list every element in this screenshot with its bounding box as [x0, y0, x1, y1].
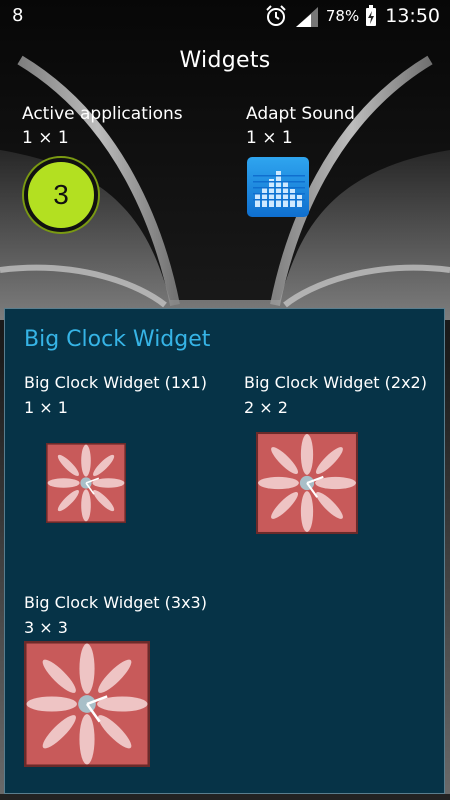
widget-name: Adapt Sound — [246, 104, 355, 124]
widget-big-clock-3x3[interactable]: Big Clock Widget (3x3) 3 × 3 — [24, 593, 207, 637]
widget-name: Big Clock Widget (2x2) — [244, 373, 427, 392]
clock-preview-2x2-icon[interactable] — [256, 432, 358, 534]
widget-big-clock-1x1[interactable]: Big Clock Widget (1x1) 1 × 1 — [24, 373, 207, 417]
equalizer-icon[interactable] — [247, 157, 309, 217]
big-clock-widget-panel: Big Clock Widget Big Clock Widget (1x1) … — [4, 308, 445, 794]
clock-preview-1x1-icon[interactable] — [46, 443, 126, 523]
battery-charging-icon — [366, 5, 377, 26]
signal-strength-icon — [295, 7, 318, 27]
widget-size: 1 × 1 — [246, 128, 293, 148]
widget-size: 3 × 3 — [24, 618, 68, 637]
widget-size: 2 × 2 — [244, 398, 288, 417]
alarm-clock-icon — [266, 5, 286, 26]
panel-title: Big Clock Widget — [24, 327, 211, 352]
clock-time: 13:50 — [385, 5, 440, 27]
widget-name: Active applications — [22, 104, 183, 124]
widget-name: Big Clock Widget (1x1) — [24, 373, 207, 392]
widget-adapt-sound[interactable]: Adapt Sound 1 × 1 — [246, 104, 355, 148]
notification-icon: 8 — [12, 5, 24, 26]
widget-size: 1 × 1 — [24, 398, 68, 417]
battery-percent: 78% — [325, 7, 360, 25]
status-bar: 8 78% 13:50 — [0, 0, 450, 34]
page-title: Widgets — [179, 48, 271, 73]
widget-active-applications[interactable]: Active applications 1 × 1 — [22, 104, 183, 148]
widget-big-clock-2x2[interactable]: Big Clock Widget (2x2) 2 × 2 — [244, 373, 427, 417]
clock-preview-3x3-icon[interactable] — [24, 641, 150, 767]
widget-name: Big Clock Widget (3x3) — [24, 593, 207, 612]
widget-size: 1 × 1 — [22, 128, 69, 148]
active-applications-icon[interactable]: 3 — [24, 158, 98, 232]
